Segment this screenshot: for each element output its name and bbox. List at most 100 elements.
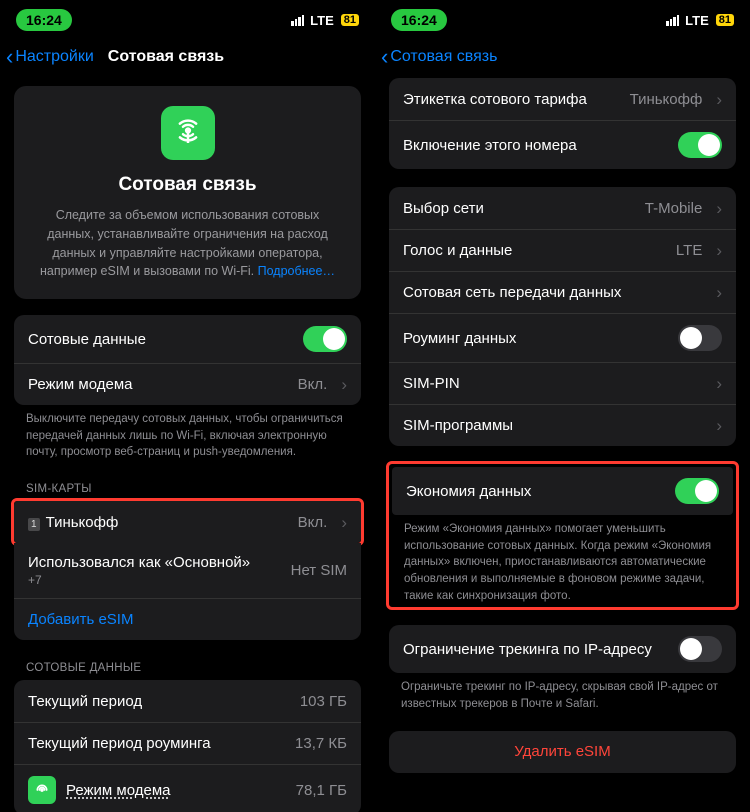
row-low-data-mode[interactable]: Экономия данных: [392, 467, 733, 515]
toggle-data-roaming[interactable]: [678, 325, 722, 351]
toggle-cellular-data[interactable]: [303, 326, 347, 352]
sim-badge-icon: 1: [28, 518, 40, 531]
battery-label: 81: [716, 14, 734, 26]
group-footer: Ограничьте трекинг по IP-адресу, скрывая…: [389, 673, 736, 712]
signal-icon: [666, 15, 679, 26]
network-label: LTE: [685, 13, 709, 28]
group-header: СОТОВЫЕ ДАННЫЕ: [14, 658, 361, 680]
group-cellular-usage: СОТОВЫЕ ДАННЫЕ Текущий период 103 ГБ Тек…: [14, 658, 361, 812]
back-button[interactable]: ‹ Сотовая связь: [381, 46, 497, 68]
network-label: LTE: [310, 13, 334, 28]
row-plan-label[interactable]: Этикетка сотового тарифа Тинькофф ›: [389, 78, 736, 120]
row-hotspot-usage[interactable]: Режим модема 78,1 ГБ: [14, 764, 361, 812]
highlight-box-low-data: Экономия данных Режим «Экономия данных» …: [386, 461, 739, 610]
status-time: 16:24: [391, 9, 447, 31]
row-label: Режим модема: [66, 782, 286, 799]
highlight-box-tinkoff: 1Тинькофф Вкл. ›: [11, 498, 364, 546]
row-data-roaming[interactable]: Роуминг данных: [389, 313, 736, 362]
row-label: SIM-программы: [403, 417, 702, 434]
chevron-right-icon: ›: [716, 200, 722, 217]
hero-description: Следите за объемом использования сотовых…: [32, 206, 343, 281]
status-right: LTE 81: [666, 13, 734, 28]
row-label: Текущий период роуминга: [28, 735, 285, 752]
row-roaming-period[interactable]: Текущий период роуминга 13,7 КБ: [14, 722, 361, 764]
toggle-low-data-mode[interactable]: [675, 478, 719, 504]
row-hotspot[interactable]: Режим модема Вкл. ›: [14, 363, 361, 405]
status-time: 16:24: [16, 9, 72, 31]
toggle-enable-number[interactable]: [678, 132, 722, 158]
signal-icon: [291, 15, 304, 26]
chevron-right-icon: ›: [716, 91, 722, 108]
used-as-label: Использовался как «Основной»: [28, 554, 250, 571]
back-label: Сотовая связь: [390, 48, 497, 66]
row-sim-pin[interactable]: SIM-PIN ›: [389, 362, 736, 404]
group-delete-esim: Удалить eSIM: [389, 731, 736, 773]
row-delete-esim[interactable]: Удалить eSIM: [389, 731, 736, 773]
row-ip-tracking[interactable]: Ограничение трекинга по IP-адресу: [389, 625, 736, 673]
row-value: T-Mobile: [645, 200, 703, 217]
cellular-icon: [161, 106, 215, 160]
row-label: Включение этого номера: [403, 137, 668, 154]
row-label: Режим модема: [28, 376, 288, 393]
sim-name: Тинькофф: [46, 514, 119, 531]
row-value: 13,7 КБ: [295, 735, 347, 752]
status-bar: 16:24 LTE 81: [375, 0, 750, 40]
chevron-right-icon: ›: [716, 242, 722, 259]
nav-bar: ‹ Сотовая связь: [375, 40, 750, 78]
row-label: Сотовые данные: [28, 331, 293, 348]
row-add-esim[interactable]: Добавить eSIM: [14, 598, 361, 640]
row-label: SIM-PIN: [403, 375, 702, 392]
row-label: 1 Тинькофф: [28, 514, 288, 531]
row-voice-data[interactable]: Голос и данные LTE ›: [389, 229, 736, 271]
phone-right: 16:24 LTE 81 ‹ Сотовая связь Этикетка со…: [375, 0, 750, 812]
row-label: Выбор сети: [403, 200, 635, 217]
group-footer: Выключите передачу сотовых данных, чтобы…: [14, 405, 361, 461]
chevron-right-icon: ›: [716, 417, 722, 434]
row-value: 78,1 ГБ: [296, 782, 347, 799]
content-right: Этикетка сотового тарифа Тинькофф › Вклю…: [375, 78, 750, 812]
status-right: LTE 81: [291, 13, 359, 28]
hero-title: Сотовая связь: [32, 174, 343, 196]
row-value: Нет SIM: [291, 562, 347, 579]
chevron-right-icon: ›: [716, 375, 722, 392]
row-cellular-network[interactable]: Сотовая сеть передачи данных ›: [389, 271, 736, 313]
row-sim-tinkoff[interactable]: 1Тинькофф Вкл. ›: [14, 501, 361, 543]
row-current-period[interactable]: Текущий период 103 ГБ: [14, 680, 361, 722]
row-used-as-primary[interactable]: Использовался как «Основной» +7 Нет SIM: [14, 543, 361, 598]
back-button[interactable]: ‹ Настройки: [6, 46, 94, 68]
row-label: Текущий период: [28, 693, 290, 710]
toggle-ip-tracking[interactable]: [678, 636, 722, 662]
nav-bar: ‹ Настройки Сотовая связь: [0, 40, 375, 78]
row-label: Голос и данные: [403, 242, 666, 259]
chevron-left-icon: ‹: [6, 46, 13, 68]
row-cellular-data[interactable]: Сотовые данные: [14, 315, 361, 363]
status-bar: 16:24 LTE 81: [0, 0, 375, 40]
used-as-sub: +7: [28, 573, 281, 587]
hotspot-icon: [28, 776, 56, 804]
row-value: Тинькофф: [630, 91, 703, 108]
group-footer: Режим «Экономия данных» помогает уменьши…: [392, 515, 733, 604]
group-network: Выбор сети T-Mobile › Голос и данные LTE…: [389, 187, 736, 446]
hero-more-link[interactable]: Подробнее…: [258, 264, 335, 278]
group-ip-tracking: Ограничение трекинга по IP-адресу Ограни…: [389, 625, 736, 712]
row-value: LTE: [676, 242, 702, 259]
row-enable-number[interactable]: Включение этого номера: [389, 120, 736, 169]
row-value: 103 ГБ: [300, 693, 347, 710]
group-sim-cards: SIM-КАРТЫ 1Тинькофф Вкл. › Использовался…: [14, 479, 361, 640]
group-plan-label: Этикетка сотового тарифа Тинькофф › Вклю…: [389, 78, 736, 169]
chevron-right-icon: ›: [716, 284, 722, 301]
row-sim-apps[interactable]: SIM-программы ›: [389, 404, 736, 446]
row-label: Роуминг данных: [403, 330, 668, 347]
row-label: Экономия данных: [406, 483, 665, 500]
group-cellular-data: Сотовые данные Режим модема Вкл. › Выклю…: [14, 315, 361, 461]
delete-esim-label: Удалить eSIM: [514, 743, 610, 760]
hero-card: Сотовая связь Следите за объемом использ…: [14, 86, 361, 299]
row-network-select[interactable]: Выбор сети T-Mobile ›: [389, 187, 736, 229]
row-label: Этикетка сотового тарифа: [403, 91, 620, 108]
row-label: Сотовая сеть передачи данных: [403, 284, 702, 301]
nav-title: Сотовая связь: [108, 48, 224, 66]
row-value: Вкл.: [298, 376, 328, 393]
battery-label: 81: [341, 14, 359, 26]
row-label: Использовался как «Основной» +7: [28, 554, 281, 587]
content-left: Сотовая связь Следите за объемом использ…: [0, 78, 375, 812]
